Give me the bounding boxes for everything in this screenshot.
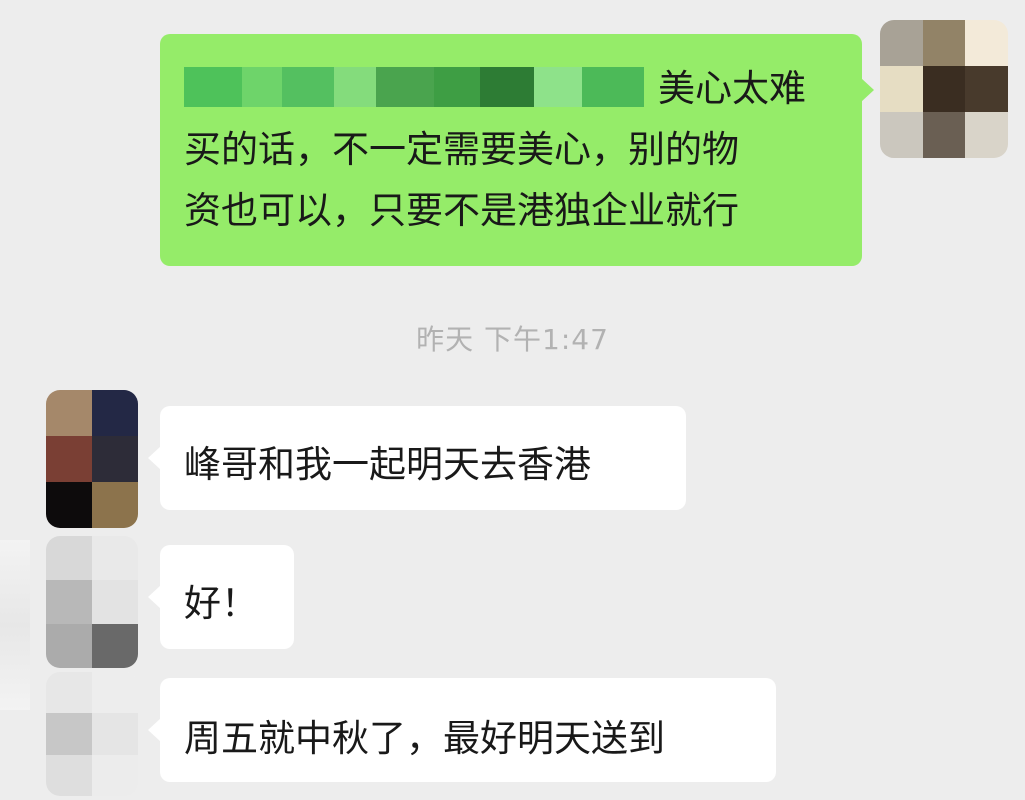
bubble-tail [148,585,161,609]
blurred-mention [184,66,644,107]
outgoing-line-1-text: 美心太难 [658,67,806,110]
self-avatar[interactable] [880,20,1008,158]
bubble-tail [148,718,161,742]
incoming-message[interactable]: 周五就中秋了，最好明天送到 [148,678,776,782]
bubble-tail [861,78,874,102]
chat-window: 美心太难 买的话，不一定需要美心，别的物 资也可以，只要不是港独企业就行 昨天 … [0,0,1025,800]
incoming-message-text: 好！ [184,582,258,625]
outgoing-line-3: 资也可以，只要不是港独企业就行 [184,189,739,232]
incoming-message[interactable]: 峰哥和我一起明天去香港 [148,406,686,510]
outgoing-message[interactable]: 美心太难 买的话，不一定需要美心，别的物 资也可以，只要不是港独企业就行 [160,34,874,266]
outgoing-line-2: 买的话，不一定需要美心，别的物 [184,128,739,171]
incoming-message[interactable]: 好！ [148,545,294,649]
outgoing-line-1: 美心太难 [184,58,844,119]
bubble-tail [148,446,161,470]
outgoing-bubble[interactable]: 美心太难 买的话，不一定需要美心，别的物 资也可以，只要不是港独企业就行 [160,34,874,266]
blurred-edge [0,540,30,710]
contact-avatar[interactable] [46,390,138,528]
incoming-message-text: 周五就中秋了，最好明天送到 [184,717,665,760]
incoming-message-text: 峰哥和我一起明天去香港 [184,443,591,486]
contact-avatar[interactable] [46,536,138,668]
message-timestamp: 昨天 下午1:47 [416,323,609,356]
contact-avatar[interactable] [46,672,138,796]
